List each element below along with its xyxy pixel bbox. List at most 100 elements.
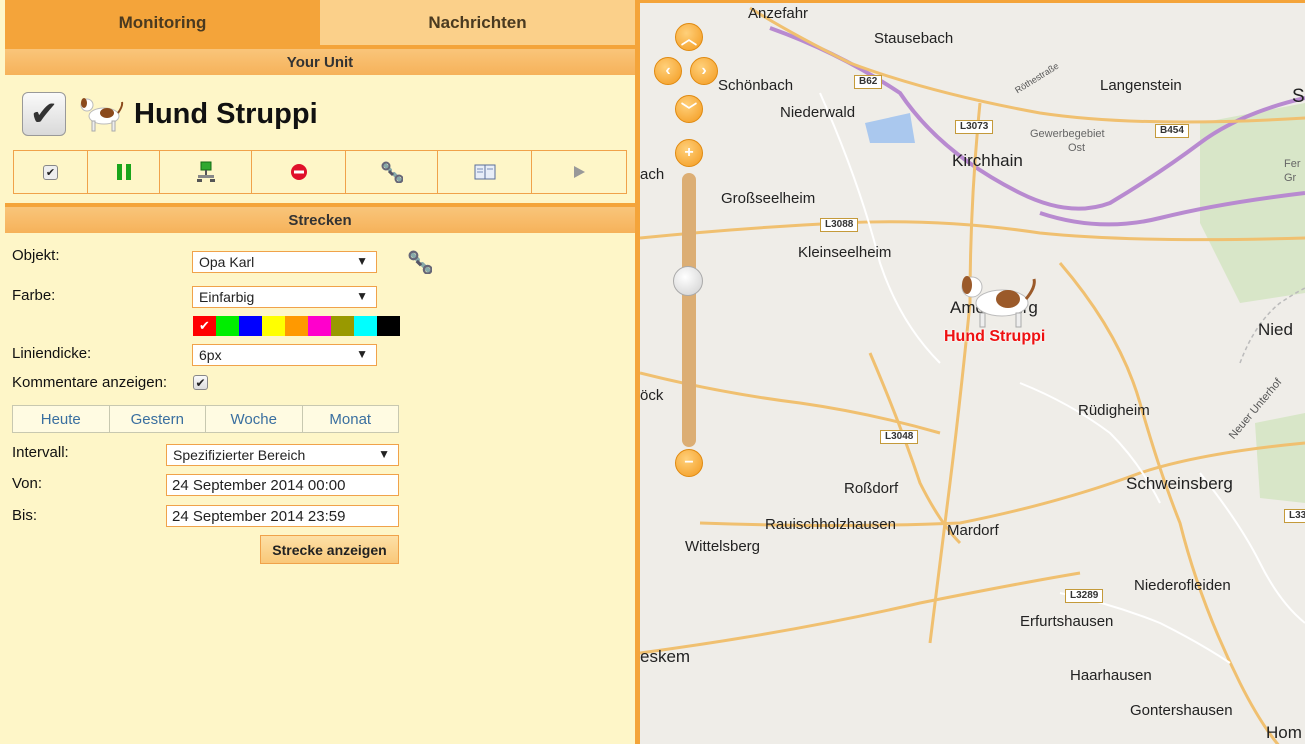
map-label: Erfurtshausen xyxy=(1020,613,1114,630)
chevron-up-icon: ︿ xyxy=(680,31,697,48)
road-badge: L3088 xyxy=(820,218,859,232)
line-width-select[interactable]: 6px ▼ xyxy=(192,344,377,366)
comments-checkbox[interactable]: ✔ xyxy=(193,375,208,390)
color-mode-value: Einfarbig xyxy=(199,289,255,305)
pan-right-button[interactable]: › xyxy=(690,57,718,85)
play-icon xyxy=(574,166,585,178)
settings-button[interactable] xyxy=(346,151,438,193)
object-value: Opa Karl xyxy=(199,254,255,270)
period-selector: Heute Gestern Woche Monat xyxy=(12,405,399,433)
zoom-in-button[interactable]: + xyxy=(675,139,703,167)
object-select[interactable]: Opa Karl ▼ xyxy=(192,251,377,273)
map-label: Roßdorf xyxy=(844,480,899,497)
color-swatch[interactable] xyxy=(331,316,354,336)
road-badge: B62 xyxy=(854,75,883,89)
pan-down-button[interactable]: ﹀ xyxy=(675,95,703,123)
network-icon xyxy=(196,161,215,182)
pause-button[interactable] xyxy=(88,151,160,193)
comments-label: Kommentare anzeigen: xyxy=(12,374,168,391)
color-mode-select[interactable]: Einfarbig ▼ xyxy=(192,286,377,308)
unit-name: Hund Struppi xyxy=(134,97,318,130)
to-input[interactable]: 24 September 2014 23:59 xyxy=(166,505,399,527)
map-label: Schönbach xyxy=(718,77,794,94)
show-track-button[interactable]: Strecke anzeigen xyxy=(260,535,399,564)
from-label: Von: xyxy=(12,475,43,492)
log-button[interactable] xyxy=(438,151,532,193)
line-width-value: 6px xyxy=(199,347,222,363)
road-badge: L3073 xyxy=(955,120,994,134)
color-swatch[interactable] xyxy=(377,316,400,336)
color-swatch[interactable] xyxy=(216,316,239,336)
map-label: ach xyxy=(640,166,665,183)
map-label: Großseelheim xyxy=(721,190,816,207)
map-label: Niederofleiden xyxy=(1134,577,1231,594)
map-label: öck xyxy=(640,387,664,404)
pan-up-button[interactable]: ︿ xyxy=(675,23,703,51)
color-swatch[interactable] xyxy=(262,316,285,336)
color-swatch[interactable]: ✔ xyxy=(193,316,216,336)
zoom-slider-handle[interactable] xyxy=(673,266,703,296)
to-label: Bis: xyxy=(12,507,38,524)
map-label: Hom xyxy=(1266,723,1302,742)
book-icon xyxy=(474,164,495,180)
road-badge: L3289 xyxy=(1065,589,1104,603)
map-label: Kirchhain xyxy=(952,151,1023,170)
map-label: Anzefahr xyxy=(748,5,809,22)
chevron-down-icon: ▼ xyxy=(356,254,368,268)
road-badge: B454 xyxy=(1155,124,1189,138)
period-today[interactable]: Heute xyxy=(13,406,110,432)
play-button[interactable] xyxy=(532,151,626,193)
interval-select[interactable]: Spezifizierter Bereich ▼ xyxy=(166,444,399,466)
command-bar: ✔ xyxy=(13,150,627,194)
pause-icon xyxy=(116,164,131,180)
wrench-icon[interactable] xyxy=(408,250,432,274)
chevron-left-icon: ‹ xyxy=(665,62,671,79)
map-label: Nied xyxy=(1258,320,1293,339)
pan-left-button[interactable]: ‹ xyxy=(654,57,682,85)
zoom-out-button[interactable]: − xyxy=(675,449,703,477)
road-badge: L3048 xyxy=(880,430,919,444)
network-button[interactable] xyxy=(160,151,252,193)
map-label: Haarhausen xyxy=(1070,667,1152,684)
unit-checkbox[interactable]: ✔ xyxy=(22,92,66,136)
zoom-slider-track[interactable] xyxy=(682,173,696,447)
map-label: eskem xyxy=(640,647,691,666)
color-label: Farbe: xyxy=(12,287,56,304)
map-label: Fer xyxy=(1284,158,1301,170)
from-input[interactable]: 24 September 2014 00:00 xyxy=(166,474,399,496)
color-swatch[interactable] xyxy=(308,316,331,336)
chevron-down-icon: ▼ xyxy=(356,289,368,303)
tab-monitoring[interactable]: Monitoring xyxy=(5,0,320,45)
tab-bar: Monitoring Nachrichten xyxy=(5,0,635,45)
period-week[interactable]: Woche xyxy=(206,406,303,432)
map-roads xyxy=(640,6,1305,744)
map-label: Rüdigheim xyxy=(1078,402,1150,419)
map-label: Rauischholzhausen xyxy=(765,516,896,533)
interval-value: Spezifizierter Bereich xyxy=(173,447,306,463)
chevron-down-icon: ﹀ xyxy=(680,103,697,120)
period-month[interactable]: Monat xyxy=(303,406,399,432)
chevron-right-icon: › xyxy=(701,62,707,79)
map[interactable]: Anzefahr Stausebach Schönbach Niederwald… xyxy=(640,0,1305,744)
line-width-label: Liniendicke: xyxy=(12,345,92,362)
map-label: Niederwald xyxy=(780,104,856,121)
dog-marker-icon[interactable] xyxy=(958,273,1038,329)
road-badge: L33 xyxy=(1284,509,1305,523)
wrench-icon xyxy=(381,161,403,183)
unit-row: ✔ Hund Struppi xyxy=(22,92,318,136)
map-label: Mardorf xyxy=(947,522,999,539)
select-checkbox-button[interactable]: ✔ xyxy=(14,151,88,193)
period-yesterday[interactable]: Gestern xyxy=(110,406,206,432)
map-label: Kleinseelheim xyxy=(798,244,892,261)
left-panel: Monitoring Nachrichten Your Unit ✔ Hund … xyxy=(0,0,640,744)
chevron-down-icon: ▼ xyxy=(356,347,368,361)
color-swatch[interactable] xyxy=(354,316,377,336)
stop-icon xyxy=(290,164,307,180)
color-swatch[interactable] xyxy=(285,316,308,336)
marker-label: Hund Struppi xyxy=(944,328,1046,345)
color-swatch[interactable] xyxy=(239,316,262,336)
tab-messages[interactable]: Nachrichten xyxy=(320,0,635,45)
map-label: S xyxy=(1292,86,1305,107)
chevron-down-icon: ▼ xyxy=(378,447,390,461)
stop-button[interactable] xyxy=(252,151,346,193)
